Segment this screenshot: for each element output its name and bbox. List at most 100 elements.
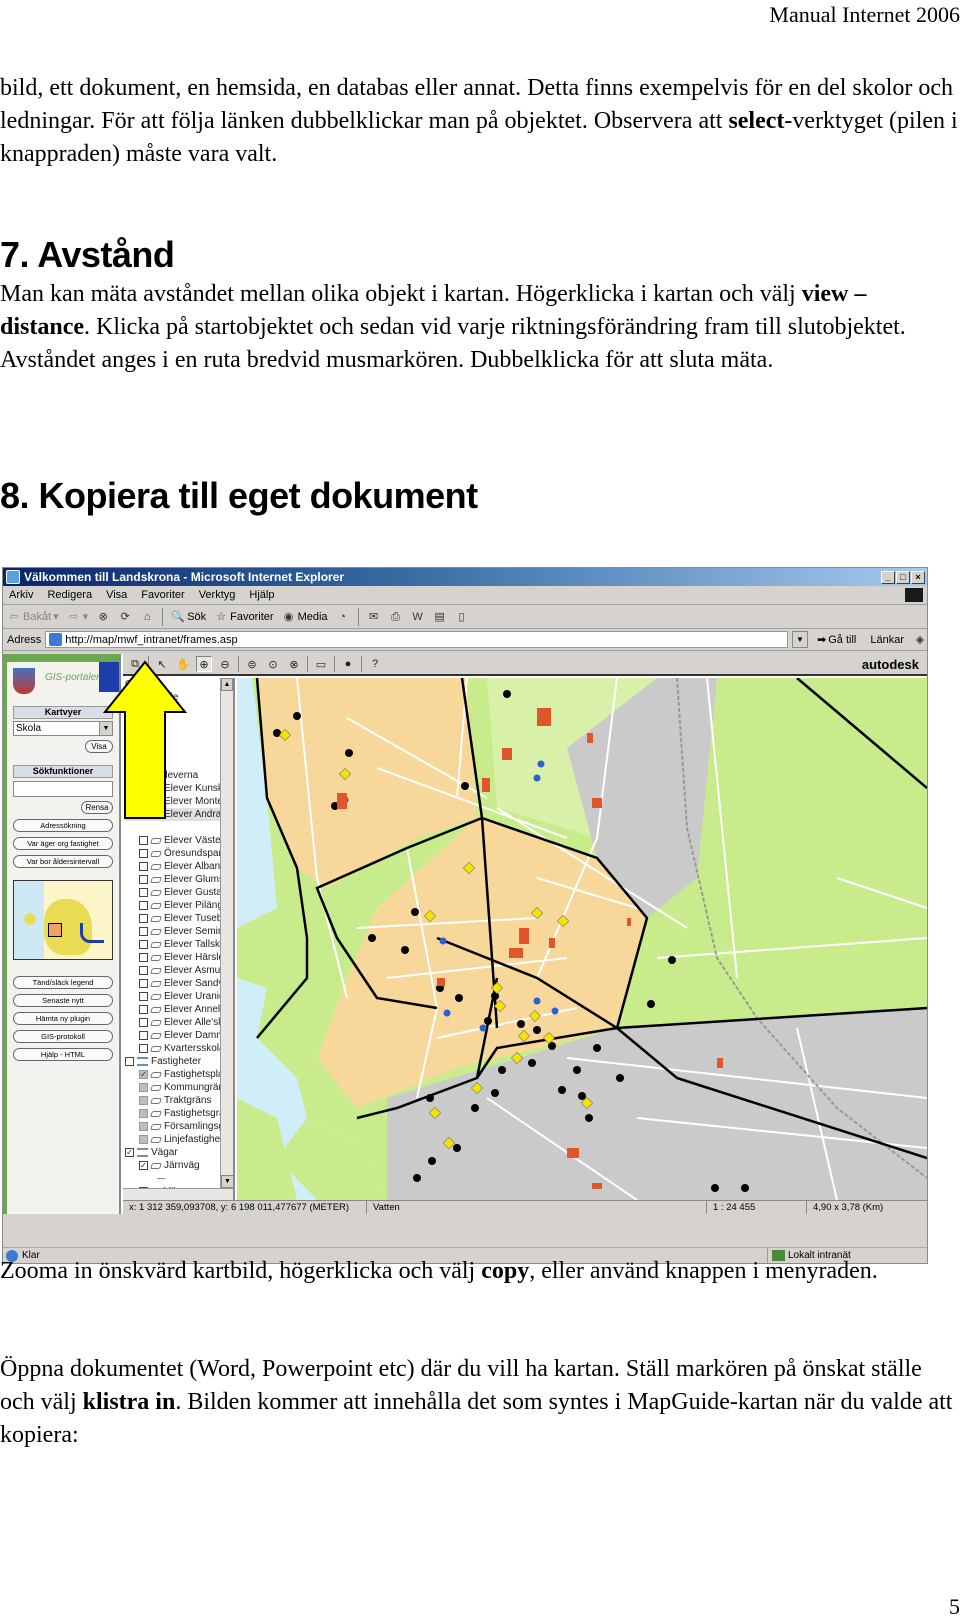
minimize-button[interactable]: _ xyxy=(881,570,895,584)
layer-row[interactable]: Linjefastighet xyxy=(125,1133,221,1146)
layer-checkbox[interactable] xyxy=(139,1096,148,1105)
close-button[interactable]: × xyxy=(911,570,925,584)
zoom-selected-icon[interactable]: ⊗ xyxy=(286,656,302,672)
layer-checkbox[interactable] xyxy=(139,966,148,975)
senaste-nytt-button[interactable]: Senaste nytt xyxy=(13,994,113,1007)
help-icon[interactable]: ? xyxy=(367,656,383,672)
hjalp-html-button[interactable]: Hjälp - HTML xyxy=(13,1048,113,1061)
layer-row[interactable]: Elever Uranienborg xyxy=(125,990,221,1003)
layer-row[interactable]: Elever Gustavlund xyxy=(125,886,221,899)
layer-checkbox[interactable] xyxy=(139,1109,148,1118)
school-marker[interactable] xyxy=(293,712,301,720)
school-marker[interactable] xyxy=(368,934,376,942)
layer-row[interactable]: Fastighetsgräns xyxy=(125,1107,221,1120)
forward-button[interactable]: ⇨ ▾ xyxy=(67,610,88,624)
layer-checkbox[interactable] xyxy=(139,1005,148,1014)
menu-verktyg[interactable]: Verktyg xyxy=(199,589,236,601)
school-marker[interactable] xyxy=(578,1092,586,1100)
messenger-icon[interactable]: ▯ xyxy=(455,610,469,624)
school-marker[interactable] xyxy=(573,1066,581,1074)
legend-horizontal-scrollbar[interactable] xyxy=(123,1188,233,1200)
search-input[interactable] xyxy=(13,781,113,797)
layer-row[interactable]: Fastigheter xyxy=(125,1055,221,1068)
blue-marker[interactable] xyxy=(537,760,545,768)
layer-row[interactable]: Elever Sandvången xyxy=(125,977,221,990)
search-button[interactable]: 🔍 Sök xyxy=(171,610,206,624)
school-marker[interactable] xyxy=(345,749,353,757)
layer-checkbox[interactable] xyxy=(139,927,148,936)
menu-arkiv[interactable]: Arkiv xyxy=(9,589,33,601)
school-marker[interactable] xyxy=(616,1074,624,1082)
school-marker[interactable] xyxy=(741,1184,749,1192)
zoom-in-icon[interactable]: ⊕ xyxy=(196,656,212,672)
blue-marker[interactable] xyxy=(439,937,447,945)
layer-checkbox[interactable] xyxy=(139,914,148,923)
layer-checkbox[interactable] xyxy=(139,953,148,962)
blue-marker[interactable] xyxy=(533,774,541,782)
layer-checkbox[interactable] xyxy=(139,849,148,858)
school-marker[interactable] xyxy=(498,1066,506,1074)
layer-row[interactable]: Elever Pilängen xyxy=(125,899,221,912)
school-marker[interactable] xyxy=(411,908,419,916)
school-marker[interactable] xyxy=(484,1017,492,1025)
layer-row[interactable]: Elever Alle'skolan xyxy=(125,1016,221,1029)
adressokning-button[interactable]: Adressökning xyxy=(13,819,113,832)
discuss-icon[interactable]: ▤ xyxy=(433,610,447,624)
stop-icon[interactable]: ⊗ xyxy=(96,610,110,624)
back-button[interactable]: ⇦ Bakåt ▾ xyxy=(7,610,58,624)
layer-row[interactable]: Elever Glumslöv xyxy=(125,873,221,886)
address-dropdown[interactable]: ▼ xyxy=(792,631,809,648)
school-marker[interactable] xyxy=(711,1184,719,1192)
layer-checkbox[interactable] xyxy=(139,1135,148,1144)
blue-marker[interactable] xyxy=(533,997,541,1005)
scroll-up-icon[interactable]: ▲ xyxy=(221,678,233,691)
hamta-ny-plugin-button[interactable]: Hämta ny plugin xyxy=(13,1012,113,1025)
layer-checkbox[interactable] xyxy=(139,836,148,845)
menu-visa[interactable]: Visa xyxy=(106,589,127,601)
school-marker[interactable] xyxy=(585,1114,593,1122)
layer-row[interactable]: Elever Härslöv xyxy=(125,951,221,964)
var-ager-org-fastighet-button[interactable]: Var äger org fastighet xyxy=(13,837,113,850)
print-icon[interactable]: ⎙ xyxy=(389,610,403,624)
menu-hjalp[interactable]: Hjälp xyxy=(249,589,274,601)
layer-row[interactable]: Kommungräns xyxy=(125,1081,221,1094)
school-marker[interactable] xyxy=(428,1157,436,1165)
layer-checkbox[interactable] xyxy=(139,862,148,871)
layer-checkbox[interactable] xyxy=(125,1148,134,1157)
blue-marker[interactable] xyxy=(479,1024,487,1032)
layer-checkbox[interactable] xyxy=(139,888,148,897)
layer-row[interactable]: Elever Albanoskolan xyxy=(125,860,221,873)
blue-marker[interactable] xyxy=(551,1007,559,1015)
zoom-out-icon[interactable]: ⊖ xyxy=(217,656,233,672)
layer-row[interactable]: Vägar xyxy=(125,1146,221,1159)
media-button[interactable]: ◉ Media xyxy=(282,610,328,624)
school-marker[interactable] xyxy=(533,1026,541,1034)
mail-icon[interactable]: ✉ xyxy=(367,610,381,624)
kartvyer-select[interactable]: Skola ▼ xyxy=(13,721,113,736)
layer-row[interactable]: Elever Tuseborg xyxy=(125,912,221,925)
layer-checkbox[interactable] xyxy=(125,1057,134,1066)
school-marker[interactable] xyxy=(413,1174,421,1182)
layer-checkbox[interactable] xyxy=(139,1070,148,1079)
refresh-icon[interactable]: ⟳ xyxy=(118,610,132,624)
school-marker[interactable] xyxy=(455,994,463,1002)
layer-row[interactable]: Elever Annelund xyxy=(125,1003,221,1016)
links-button[interactable]: Länkar xyxy=(865,634,909,646)
zoom-width-icon[interactable]: ⊜ xyxy=(244,656,260,672)
overview-viewport-frame[interactable] xyxy=(48,923,62,937)
layer-row[interactable]: Elever Väster xyxy=(125,834,221,847)
layer-row[interactable]: — xyxy=(125,1172,221,1185)
layer-checkbox[interactable] xyxy=(139,875,148,884)
layer-row[interactable]: Traktgräns xyxy=(125,1094,221,1107)
favorites-button[interactable]: ☆ Favoriter xyxy=(214,610,273,624)
layer-row[interactable]: Elever Tallskolan xyxy=(125,938,221,951)
layer-checkbox[interactable] xyxy=(139,940,148,949)
blue-marker[interactable] xyxy=(443,1009,451,1017)
maximize-button[interactable]: □ xyxy=(896,570,910,584)
print-map-icon[interactable]: ▭ xyxy=(313,656,329,672)
var-bor-aldersintervall-button[interactable]: Var bor åldersintervall xyxy=(13,855,113,868)
school-marker[interactable] xyxy=(426,1094,434,1102)
layer-row[interactable]: Kvartersskolan xyxy=(125,1042,221,1055)
layer-row[interactable]: Öresundsparken xyxy=(125,847,221,860)
layer-checkbox[interactable] xyxy=(139,901,148,910)
